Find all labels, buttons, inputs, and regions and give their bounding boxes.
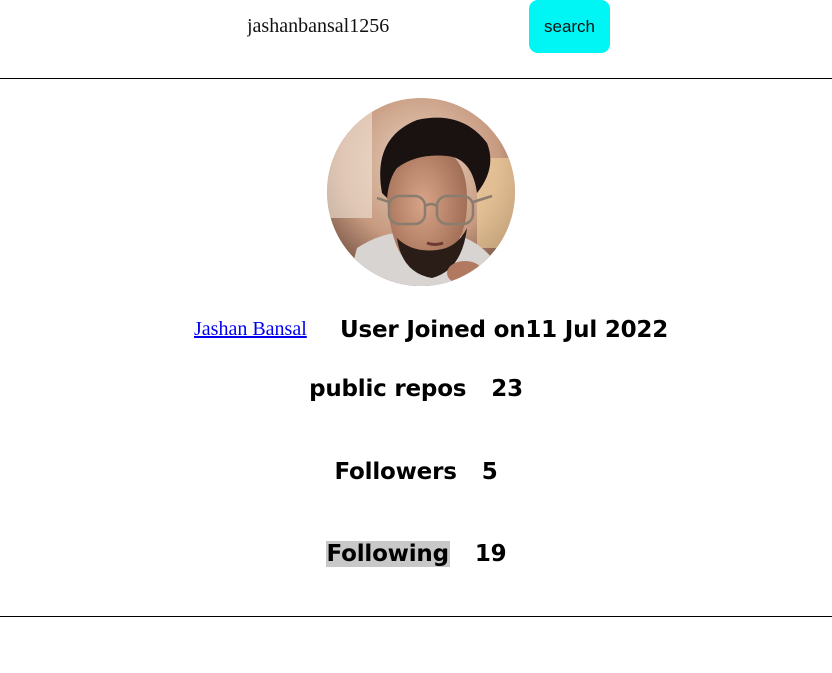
user-avatar-photo-icon [327, 98, 515, 286]
public-repos-label: public repos [309, 376, 467, 402]
bottom-divider [0, 616, 832, 617]
profile-name-link[interactable]: Jashan Bansal [194, 318, 307, 341]
followers-label: Followers [334, 459, 457, 485]
top-divider [0, 78, 832, 79]
following-row: Following 19 [0, 541, 832, 567]
joined-date-text: User Joined on11 Jul 2022 [340, 317, 669, 343]
followers-row: Followers 5 [0, 459, 832, 485]
followers-value: 5 [481, 459, 498, 485]
search-button[interactable]: search [529, 0, 610, 53]
search-input[interactable] [230, 6, 510, 46]
public-repos-value: 23 [491, 376, 523, 402]
public-repos-row: public repos 23 [0, 376, 832, 402]
following-value: 19 [474, 541, 507, 567]
following-label: Following [325, 541, 450, 567]
github-profile-page: search [0, 0, 832, 673]
avatar [327, 98, 515, 286]
